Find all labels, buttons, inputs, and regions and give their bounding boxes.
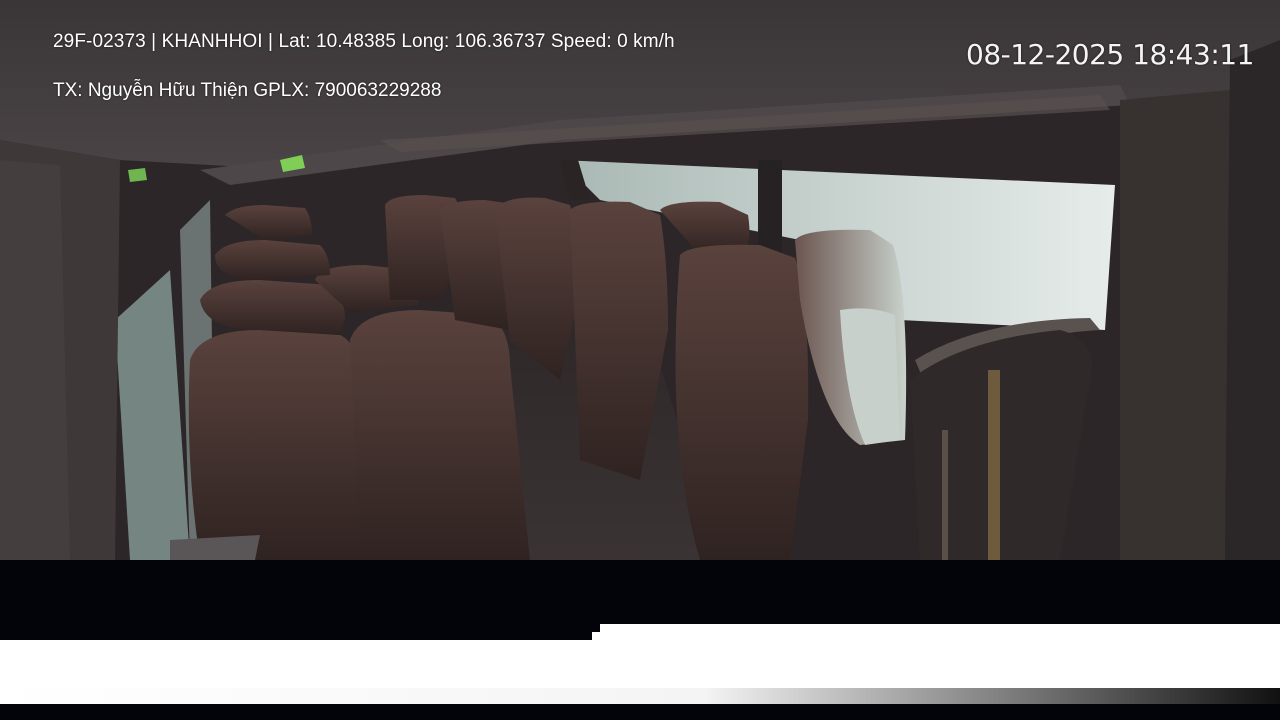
vehicle-info-overlay: 29F-02373 | KHANHHOI | Lat: 10.48385 Lon…	[53, 31, 675, 52]
dashcam-frame: 29F-02373 | KHANHHOI | Lat: 10.48385 Lon…	[0, 0, 1280, 720]
timestamp-overlay: 08-12-2025 18:43:11	[966, 38, 1254, 71]
bus-interior-camera-image	[0, 0, 1280, 720]
driver-info-overlay: TX: Nguyễn Hữu Thiện GPLX: 790063229288	[53, 80, 442, 101]
